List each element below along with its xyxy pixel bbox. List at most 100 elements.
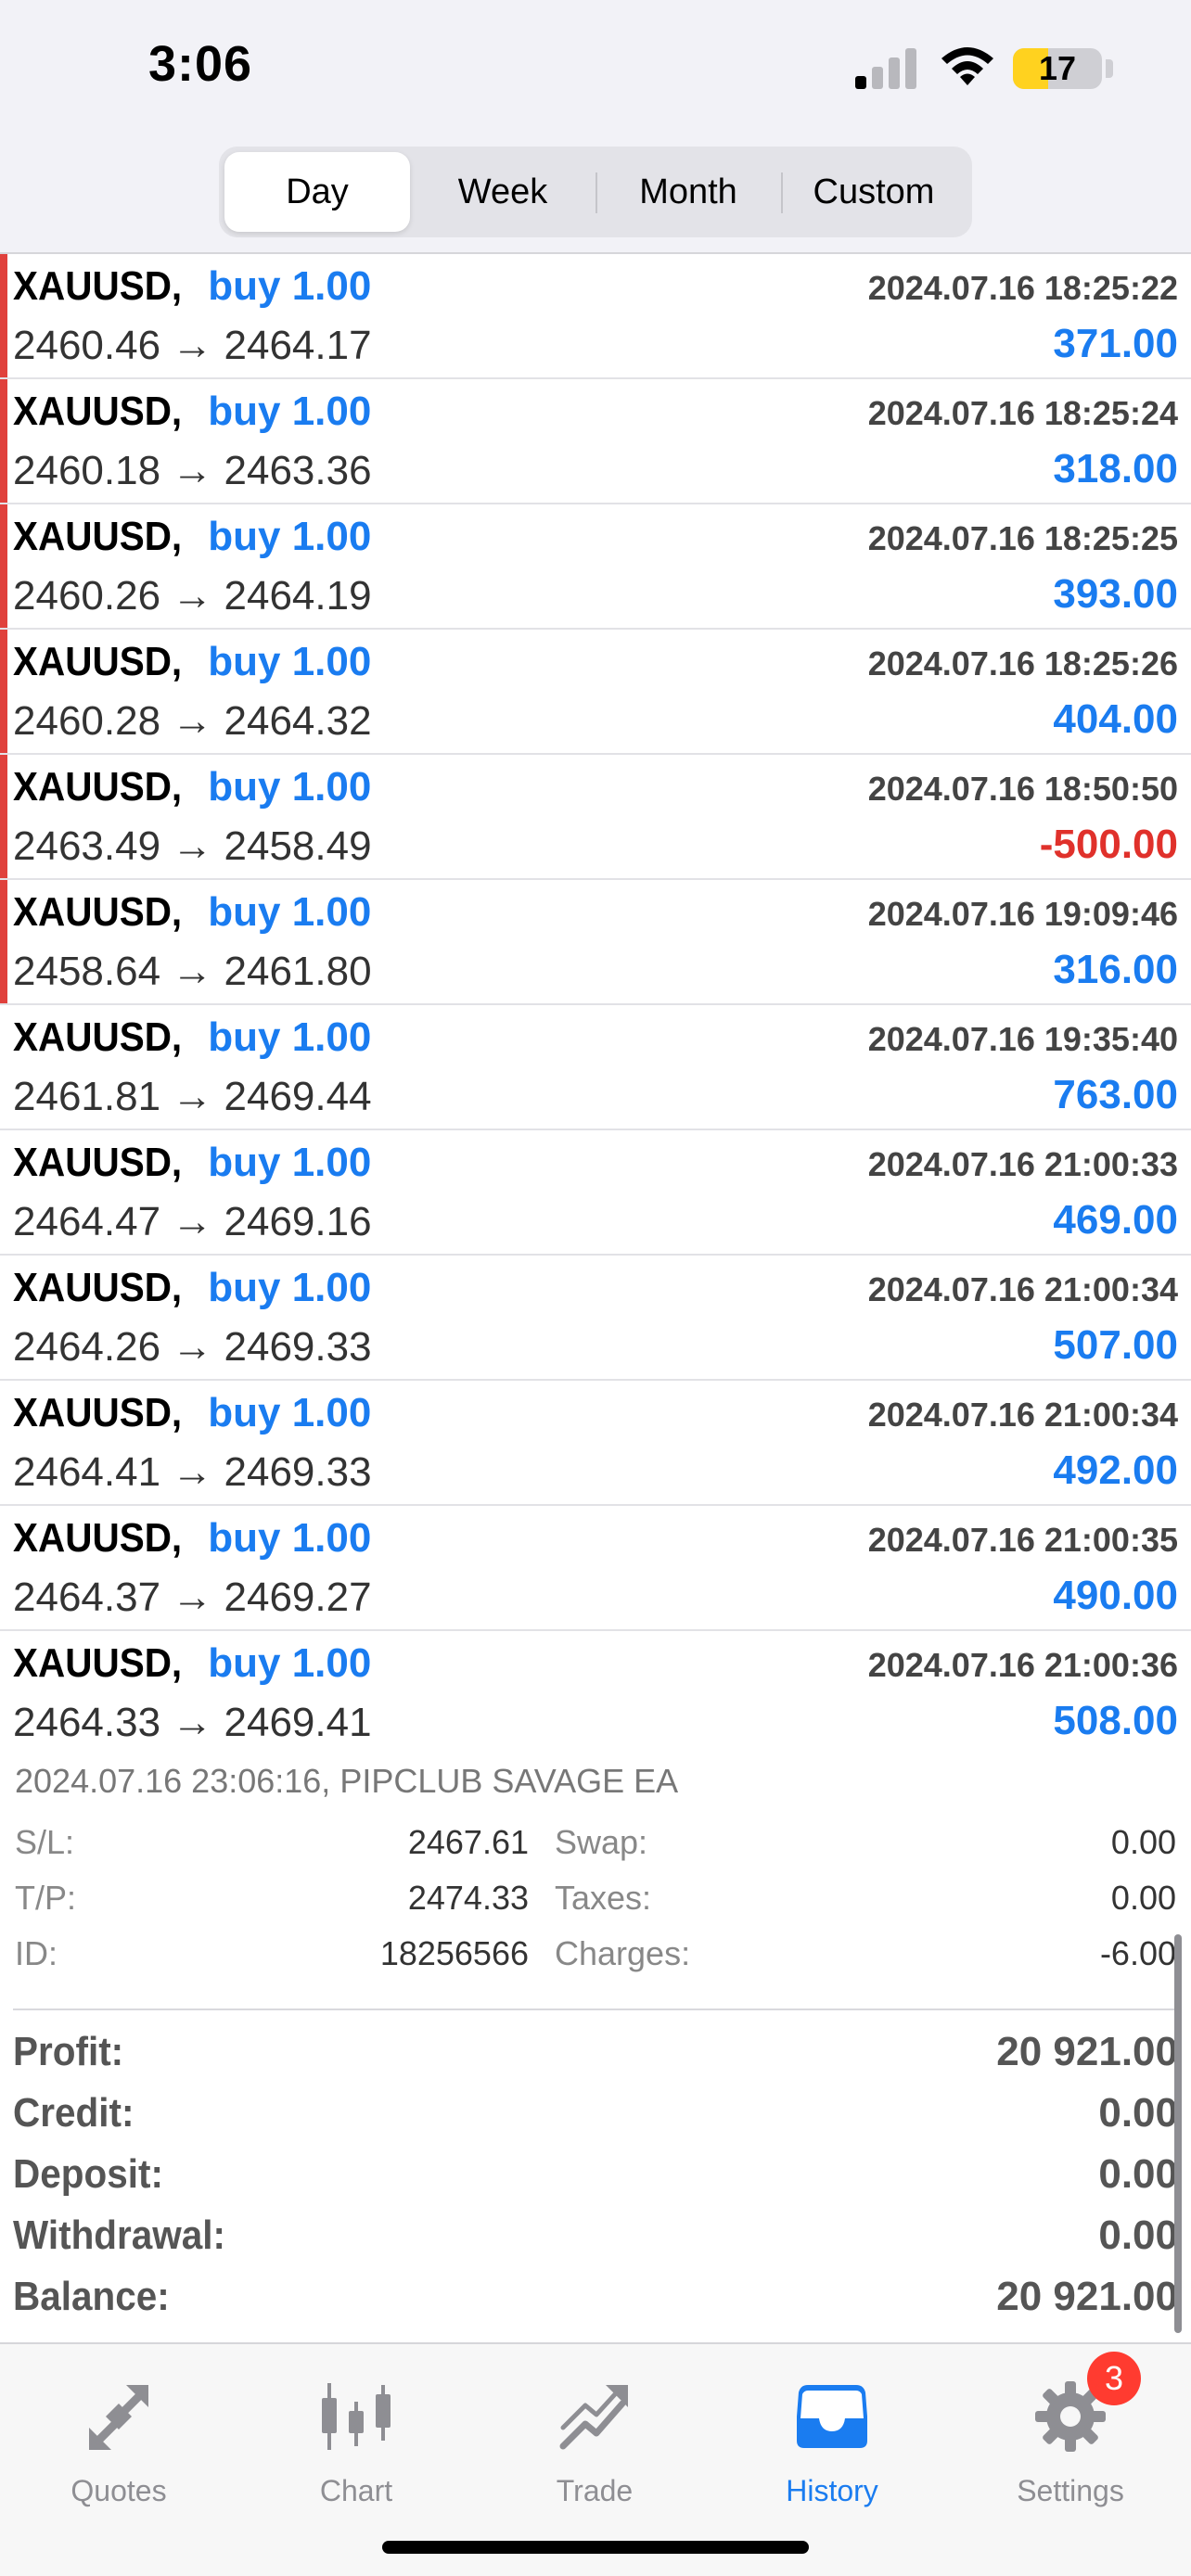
deal-symbol: XAUUSD, [13,389,183,434]
deal-flag-bar [0,880,7,1003]
deal-profit: 393.00 [1053,571,1178,617]
total-balance-label: Balance: [13,2274,170,2319]
detail-swap-value: 0.00 [1110,1823,1176,1861]
deal-profit: 508.00 [1053,1698,1178,1743]
deal-flag-bar [0,755,7,878]
deals-list: XAUUSD, buy 1.00 2024.07.16 18:25:22 246… [0,254,1191,1756]
deal-prices: 2460.28 → 2464.32 [13,698,372,744]
total-profit-label: Profit: [13,2029,124,2074]
deal-time: 2024.07.16 19:09:46 [867,895,1178,933]
battery-level: 17 [1038,49,1077,87]
period-selector-area: Day Week Month Custom [0,139,1191,254]
deal-row[interactable]: XAUUSD, buy 1.00 2024.07.16 18:25:22 246… [0,254,1191,379]
detail-id: ID: 18256566 [15,1934,529,1977]
deal-side: buy 1.00 [208,1640,372,1686]
deal-row[interactable]: XAUUSD, buy 1.00 2024.07.16 18:25:24 246… [0,379,1191,504]
tab-chart[interactable]: Chart [263,2361,449,2509]
deal-row[interactable]: XAUUSD, buy 1.00 2024.07.16 19:09:46 245… [0,880,1191,1005]
deal-side: buy 1.00 [208,764,372,810]
tab-quotes[interactable]: Quotes [26,2361,211,2509]
deal-side: buy 1.00 [208,263,372,309]
detail-taxes-value: 0.00 [1110,1879,1176,1917]
deal-flag-bar [0,254,7,377]
detail-taxes: Taxes: 0.00 [555,1879,1176,1921]
deal-profit: 492.00 [1053,1447,1178,1493]
tab-history[interactable]: History [739,2361,925,2509]
status-time: 3:06 [148,36,253,92]
inbox-tray-icon [797,2385,867,2448]
deal-profit: 507.00 [1053,1322,1178,1368]
detail-charges-label: Charges: [555,1934,691,1972]
deal-symbol: XAUUSD, [13,1515,183,1561]
total-profit-value: 20 921.00 [996,2029,1178,2074]
vertical-scrollbar[interactable] [1174,1934,1182,2333]
detail-sl-label: S/L: [15,1823,75,1861]
deal-row[interactable]: XAUUSD, buy 1.00 2024.07.16 18:25:26 246… [0,630,1191,755]
deal-profit: 763.00 [1053,1072,1178,1117]
deal-prices: 2461.81 → 2469.44 [13,1074,372,1119]
deal-symbol: XAUUSD, [13,263,183,309]
deal-side: buy 1.00 [208,639,372,684]
detail-swap: Swap: 0.00 [555,1823,1176,1866]
deal-time: 2024.07.16 21:00:36 [867,1646,1178,1684]
period-segmented-control: Day Week Month Custom [219,147,972,237]
deal-row-selected[interactable]: XAUUSD, buy 1.00 2024.07.16 21:00:36 246… [0,1631,1191,1756]
deal-flag-bar [0,630,7,753]
deal-row[interactable]: XAUUSD, buy 1.00 2024.07.16 18:50:50 246… [0,755,1191,880]
period-custom[interactable]: Custom [781,152,967,232]
deal-side: buy 1.00 [208,1515,372,1561]
deal-prices: 2464.41 → 2469.33 [13,1449,372,1495]
total-balance: Balance: 20 921.00 [13,2266,1178,2327]
tab-trade-label: Trade [556,2474,634,2507]
deal-prices: 2464.26 → 2469.33 [13,1324,372,1370]
deal-row[interactable]: XAUUSD, buy 1.00 2024.07.16 19:35:40 246… [0,1005,1191,1130]
deal-row[interactable]: XAUUSD, buy 1.00 2024.07.16 21:00:34 246… [0,1256,1191,1381]
deal-flag-bar [0,379,7,503]
total-withdrawal-label: Withdrawal: [13,2213,226,2258]
deal-time: 2024.07.16 21:00:33 [867,1145,1178,1183]
period-month[interactable]: Month [596,152,781,232]
deal-symbol: XAUUSD, [13,514,183,559]
battery-cap [1106,59,1113,78]
deal-time: 2024.07.16 19:35:40 [867,1020,1178,1058]
tab-quotes-label: Quotes [70,2474,167,2507]
total-withdrawal: Withdrawal: 0.00 [13,2205,1178,2266]
detail-tp-value: 2474.33 [407,1879,529,1917]
total-withdrawal-value: 0.00 [1098,2213,1178,2258]
candlestick-icon [322,2383,391,2450]
battery-icon: 17 [1013,48,1102,89]
deal-side: buy 1.00 [208,889,372,935]
home-indicator[interactable] [382,2541,809,2554]
deal-prices: 2458.64 → 2461.80 [13,949,372,994]
period-week[interactable]: Week [410,152,596,232]
total-deposit-value: 0.00 [1098,2151,1178,2197]
deal-symbol: XAUUSD, [13,764,183,810]
deal-row[interactable]: XAUUSD, buy 1.00 2024.07.16 21:00:35 246… [0,1506,1191,1631]
deal-prices: 2460.26 → 2464.19 [13,573,372,618]
trend-line-icon [559,2385,628,2450]
deal-time: 2024.07.16 21:00:34 [867,1396,1178,1434]
deal-time: 2024.07.16 18:25:22 [867,269,1178,307]
tab-chart-label: Chart [319,2474,393,2507]
detail-swap-label: Swap: [555,1823,648,1861]
total-credit: Credit: 0.00 [13,2083,1178,2144]
deal-time: 2024.07.16 18:50:50 [867,770,1178,808]
deal-row[interactable]: XAUUSD, buy 1.00 2024.07.16 21:00:33 246… [0,1130,1191,1256]
total-credit-value: 0.00 [1098,2090,1178,2136]
period-day[interactable]: Day [224,152,410,232]
detail-sl: S/L: 2467.61 [15,1823,529,1866]
settings-notification-badge: 3 [1087,2352,1141,2405]
deal-side: buy 1.00 [208,1390,372,1435]
deal-side: buy 1.00 [208,1014,372,1060]
deal-flag-bar [0,504,7,628]
deal-symbol: XAUUSD, [13,889,183,935]
tab-trade[interactable]: Trade [502,2361,687,2509]
total-deposit-label: Deposit: [13,2151,163,2197]
total-balance-value: 20 921.00 [996,2274,1178,2319]
deal-row[interactable]: XAUUSD, buy 1.00 2024.07.16 18:25:25 246… [0,504,1191,630]
deal-prices: 2463.49 → 2458.49 [13,823,372,869]
deal-prices: 2464.33 → 2469.41 [13,1700,372,1745]
deal-row[interactable]: XAUUSD, buy 1.00 2024.07.16 21:00:34 246… [0,1381,1191,1506]
wifi-icon [941,47,993,85]
deal-side: buy 1.00 [208,1265,372,1310]
